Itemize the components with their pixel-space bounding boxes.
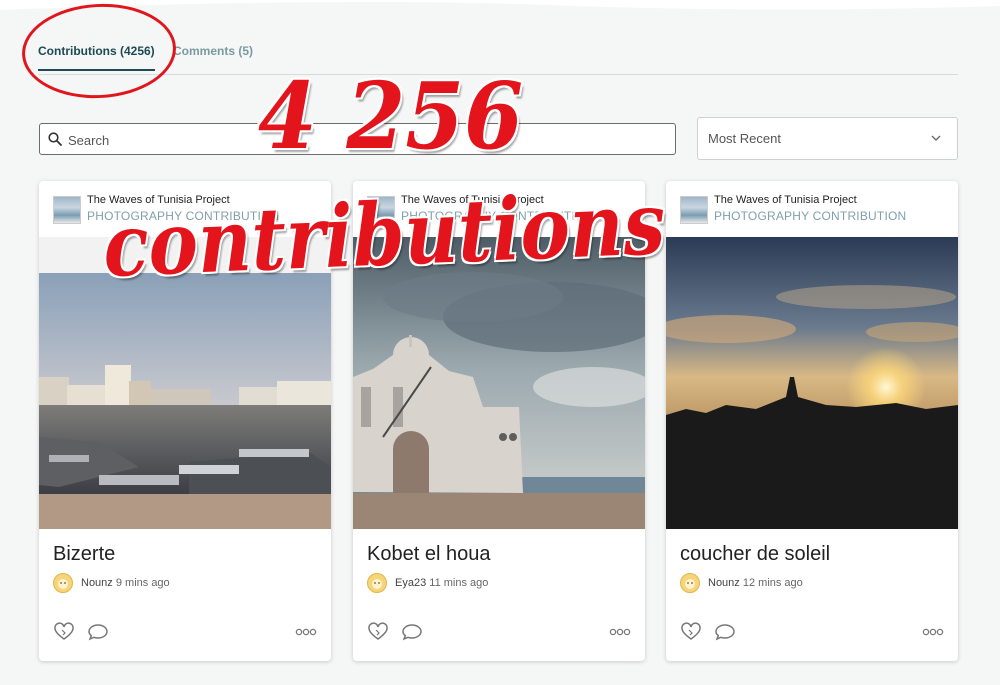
annotation-contribution-count: 4 256 <box>258 62 524 170</box>
search-icon <box>48 132 62 146</box>
annotation-circle <box>19 0 179 102</box>
sort-select[interactable]: Most Recent <box>697 117 958 160</box>
contribution-title[interactable]: Kobet el houa <box>367 543 490 566</box>
card-header: The Waves of Tunisia Project PHOTOGRAPHY… <box>666 181 958 237</box>
contribution-title[interactable]: Bizerte <box>53 543 115 566</box>
timestamp: 9 mins ago <box>115 577 170 589</box>
contribution-title[interactable]: coucher de soleil <box>680 543 830 566</box>
more-options-icon[interactable] <box>922 627 944 637</box>
like-icon[interactable] <box>680 622 702 642</box>
sort-selected-value: Most Recent <box>708 131 781 146</box>
more-options-icon[interactable] <box>295 627 317 637</box>
timestamp: 12 mins ago <box>742 577 803 589</box>
avatar-face-icon <box>685 579 695 589</box>
comment-icon[interactable] <box>401 622 423 642</box>
author-name[interactable]: Nounz <box>708 577 740 589</box>
timestamp: 11 mins ago <box>429 577 489 589</box>
comment-icon[interactable] <box>714 622 736 642</box>
author-name[interactable]: Nounz <box>81 577 113 589</box>
avatar-face-icon <box>58 579 68 589</box>
author-name[interactable]: Eya23 <box>395 577 426 589</box>
more-options-icon[interactable] <box>609 627 631 637</box>
card-meta: Nounz 9 mins ago <box>81 577 170 589</box>
top-wave-decoration <box>0 0 1000 10</box>
project-thumbnail <box>53 196 81 224</box>
avatar[interactable] <box>680 573 700 593</box>
tab-comments[interactable]: Comments (5) <box>173 44 253 58</box>
avatar[interactable] <box>367 573 387 593</box>
project-thumbnail <box>680 196 708 224</box>
project-name[interactable]: The Waves of Tunisia Project <box>714 194 857 206</box>
like-icon[interactable] <box>367 622 389 642</box>
chevron-down-icon <box>931 135 941 141</box>
like-icon[interactable] <box>53 622 75 642</box>
comment-icon[interactable] <box>87 622 109 642</box>
card-meta: Nounz 12 mins ago <box>708 577 803 589</box>
card-meta: Eya23 11 mins ago <box>395 577 488 589</box>
contribution-card[interactable]: The Waves of Tunisia Project PHOTOGRAPHY… <box>666 181 958 661</box>
contribution-type: PHOTOGRAPHY CONTRIBUTION <box>714 209 907 223</box>
contribution-photo[interactable] <box>666 237 958 529</box>
avatar-face-icon <box>372 579 382 589</box>
avatar[interactable] <box>53 573 73 593</box>
